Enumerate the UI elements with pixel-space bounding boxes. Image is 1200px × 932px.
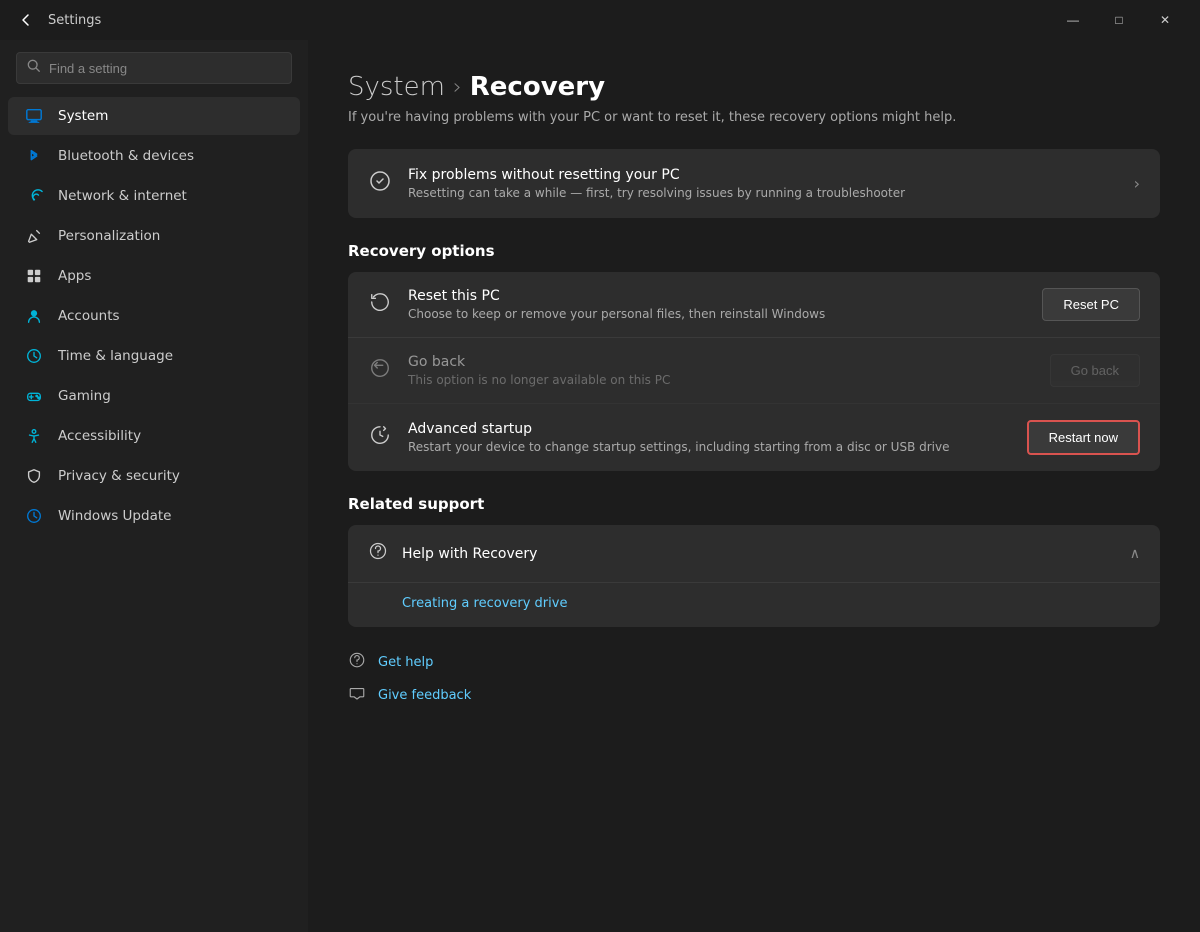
sidebar-item-privacy-label: Privacy & security: [58, 468, 180, 484]
sidebar-item-bluetooth-label: Bluetooth & devices: [58, 148, 194, 164]
help-with-recovery-header[interactable]: Help with Recovery ∧: [348, 525, 1160, 582]
advanced-startup-title: Advanced startup: [408, 421, 1011, 437]
advanced-startup-text: Advanced startup Restart your device to …: [408, 421, 1011, 454]
page-subtitle: If you're having problems with your PC o…: [348, 110, 1160, 125]
get-help-icon: [348, 651, 366, 674]
privacy-icon: [24, 466, 44, 486]
gaming-icon: [24, 386, 44, 406]
recovery-options-title: Recovery options: [348, 242, 1160, 260]
maximize-button[interactable]: □: [1096, 4, 1142, 36]
get-help-link[interactable]: Get help: [348, 651, 1160, 674]
reset-pc-desc: Choose to keep or remove your personal f…: [408, 307, 1026, 321]
reset-pc-icon: [368, 291, 392, 318]
sidebar-item-accessibility-label: Accessibility: [58, 428, 141, 444]
fix-problems-icon: [368, 169, 392, 198]
go-back-title: Go back: [408, 354, 1034, 370]
time-icon: [24, 346, 44, 366]
go-back-desc: This option is no longer available on th…: [408, 373, 1034, 387]
breadcrumb-current: Recovery: [470, 72, 605, 102]
sidebar-item-network-label: Network & internet: [58, 188, 187, 204]
sidebar-item-gaming-label: Gaming: [58, 388, 111, 404]
bluetooth-icon: [24, 146, 44, 166]
accessibility-icon: [24, 426, 44, 446]
accounts-icon: [24, 306, 44, 326]
fix-card-chevron-icon: ›: [1134, 174, 1140, 193]
advanced-startup-desc: Restart your device to change startup se…: [408, 440, 1011, 454]
sidebar-item-time-label: Time & language: [58, 348, 173, 364]
minimize-button[interactable]: —: [1050, 4, 1096, 36]
sidebar-item-privacy[interactable]: Privacy & security: [8, 457, 300, 495]
breadcrumb: System › Recovery: [348, 72, 1160, 102]
help-recovery-icon: [368, 541, 388, 566]
fix-problems-title: Fix problems without resetting your PC: [408, 167, 1118, 183]
reset-pc-text: Reset this PC Choose to keep or remove y…: [408, 288, 1026, 321]
support-chevron-icon: ∧: [1130, 546, 1140, 562]
footer-links: Get help Give feedback: [348, 651, 1160, 707]
recovery-options-list: Reset this PC Choose to keep or remove y…: [348, 272, 1160, 471]
advanced-startup-row: Advanced startup Restart your device to …: [348, 404, 1160, 471]
sidebar-item-apps-label: Apps: [58, 268, 91, 284]
give-feedback-icon: [348, 684, 366, 707]
sidebar-item-gaming[interactable]: Gaming: [8, 377, 300, 415]
go-back-icon: [368, 357, 392, 384]
get-help-label: Get help: [378, 655, 433, 670]
close-button[interactable]: ✕: [1142, 4, 1188, 36]
help-recovery-title: Help with Recovery: [402, 546, 1116, 562]
support-body: Creating a recovery drive: [348, 582, 1160, 627]
sidebar-item-windows-update[interactable]: Windows Update: [8, 497, 300, 535]
windows-update-icon: [24, 506, 44, 526]
go-back-button[interactable]: Go back: [1050, 354, 1140, 387]
sidebar-item-system[interactable]: System: [8, 97, 300, 135]
personalization-icon: [24, 226, 44, 246]
sidebar-item-bluetooth[interactable]: Bluetooth & devices: [8, 137, 300, 175]
breadcrumb-separator: ›: [453, 75, 462, 100]
fix-problems-desc: Resetting can take a while — first, try …: [408, 186, 1118, 200]
go-back-text: Go back This option is no longer availab…: [408, 354, 1034, 387]
advanced-startup-icon: [368, 424, 392, 451]
go-back-row: Go back This option is no longer availab…: [348, 338, 1160, 404]
sidebar-item-personalization-label: Personalization: [58, 228, 160, 244]
search-box[interactable]: [16, 52, 292, 84]
titlebar: Settings — □ ✕: [0, 0, 1200, 40]
breadcrumb-parent: System: [348, 72, 445, 102]
related-support-title: Related support: [348, 495, 1160, 513]
window-controls: — □ ✕: [1050, 4, 1188, 36]
search-icon: [27, 59, 41, 77]
fix-problems-text: Fix problems without resetting your PC R…: [408, 167, 1118, 200]
sidebar-item-network[interactable]: Network & internet: [8, 177, 300, 215]
reset-pc-title: Reset this PC: [408, 288, 1026, 304]
sidebar-item-accessibility[interactable]: Accessibility: [8, 417, 300, 455]
sidebar-item-accounts-label: Accounts: [58, 308, 120, 324]
page-header: System › Recovery If you're having probl…: [348, 72, 1160, 125]
app-body: System Bluetooth & devices Network & int…: [0, 40, 1200, 932]
sidebar-item-apps[interactable]: Apps: [8, 257, 300, 295]
fix-problems-card[interactable]: Fix problems without resetting your PC R…: [348, 149, 1160, 218]
app-title: Settings: [48, 13, 1050, 28]
network-icon: [24, 186, 44, 206]
sidebar-item-system-label: System: [58, 108, 108, 124]
creating-recovery-drive-link[interactable]: Creating a recovery drive: [402, 596, 567, 611]
reset-pc-row: Reset this PC Choose to keep or remove y…: [348, 272, 1160, 338]
sidebar-item-personalization[interactable]: Personalization: [8, 217, 300, 255]
back-button[interactable]: [12, 6, 40, 34]
sidebar-item-time[interactable]: Time & language: [8, 337, 300, 375]
sidebar-item-windows-update-label: Windows Update: [58, 508, 171, 524]
apps-icon: [24, 266, 44, 286]
give-feedback-link[interactable]: Give feedback: [348, 684, 1160, 707]
system-icon: [24, 106, 44, 126]
content-area: System › Recovery If you're having probl…: [308, 40, 1200, 932]
search-input[interactable]: [49, 61, 281, 76]
sidebar-item-accounts[interactable]: Accounts: [8, 297, 300, 335]
support-container: Help with Recovery ∧ Creating a recovery…: [348, 525, 1160, 627]
reset-pc-button[interactable]: Reset PC: [1042, 288, 1140, 321]
sidebar: System Bluetooth & devices Network & int…: [0, 40, 308, 932]
give-feedback-label: Give feedback: [378, 688, 471, 703]
restart-now-button[interactable]: Restart now: [1027, 420, 1140, 455]
